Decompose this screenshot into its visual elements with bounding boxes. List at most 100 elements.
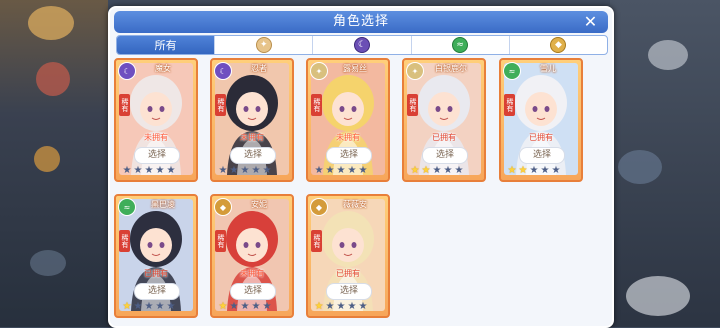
star-rating: ★ ★ ★ ★ ★ [410, 166, 464, 176]
rarity-tag: 稀有 [215, 230, 226, 252]
star-icon: ★ [251, 165, 261, 176]
character-card[interactable]: ☾ 忍者 稀有 未拥有 选择 ★ ★ ★ ★ ★ [210, 58, 294, 182]
star-icon: ★ [155, 301, 165, 312]
star-icon: ★ [507, 165, 517, 176]
rarity-tag: 稀有 [311, 94, 322, 116]
star-icon: ★ [166, 165, 176, 176]
star-icon: ★ [410, 165, 420, 176]
star-icon: ★ [314, 165, 324, 176]
select-button[interactable]: 选择 [134, 283, 180, 300]
rarity-tag: 稀有 [215, 94, 226, 116]
star-icon: ★ [454, 165, 464, 176]
star-icon: ★ [347, 301, 357, 312]
star-rating: ★ ★ ★ ★ ★ [122, 166, 176, 176]
character-name: 雪儿 [540, 64, 556, 73]
star-rating: ★ ★ ★ ★ ★ [314, 166, 368, 176]
tab-wind[interactable]: ≈ [412, 36, 510, 54]
star-icon: ★ [166, 301, 176, 312]
element-filter-tabs: 所有 ✦ ☾ ≈ ◆ [116, 35, 608, 55]
rarity-tag: 稀有 [311, 230, 322, 252]
character-select-modal: 角色选择 ✕ 所有 ✦ ☾ ≈ ◆ ☾ 魔女 稀有 未拥有 选择 ★ ★ ★ ★ ★ ☾ 忍者 稀有 未拥… [108, 6, 614, 328]
rarity-tag: 稀有 [119, 94, 130, 116]
close-button[interactable]: ✕ [582, 13, 600, 31]
hud-icon-right-3 [626, 276, 690, 316]
ownership-status: 未拥有 [336, 133, 360, 142]
character-name: 魔女 [155, 64, 171, 73]
character-card[interactable]: ≈ 黑巴凌 稀有 已拥有 选择 ★ ★ ★ ★ ★ [114, 194, 198, 318]
light-element-icon: ✦ [255, 37, 272, 53]
star-icon: ★ [336, 301, 346, 312]
star-icon: ★ [240, 165, 250, 176]
star-icon: ★ [144, 301, 154, 312]
hud-icon-right [648, 40, 688, 70]
rarity-tag: 稀有 [119, 230, 130, 252]
star-icon: ★ [347, 165, 357, 176]
star-icon: ★ [325, 165, 335, 176]
hud-character-left [36, 62, 70, 96]
select-button[interactable]: 选择 [519, 147, 565, 164]
star-icon: ★ [540, 165, 550, 176]
star-icon: ★ [314, 301, 324, 312]
ownership-status: 未拥有 [144, 133, 168, 142]
star-icon: ★ [336, 165, 346, 176]
ownership-status: 已拥有 [529, 133, 553, 142]
star-icon: ★ [133, 301, 143, 312]
hud-avatar-left [28, 6, 74, 40]
star-icon: ★ [262, 165, 272, 176]
star-rating: ★ ★ ★ ★ ★ [122, 302, 176, 312]
rarity-tag: 稀有 [407, 94, 418, 116]
character-name: 薇薇安 [343, 200, 367, 209]
star-icon: ★ [122, 301, 132, 312]
ownership-status: 已拥有 [432, 133, 456, 142]
star-icon: ★ [432, 165, 442, 176]
star-icon: ★ [218, 301, 228, 312]
star-icon: ★ [229, 165, 239, 176]
character-card[interactable]: ◆ 安妮 稀有 未拥有 选择 ★ ★ ★ ★ ★ [210, 194, 294, 318]
star-rating: ★ ★ ★ ★ ★ [314, 302, 368, 312]
hud-icon-right-2 [618, 150, 662, 184]
star-icon: ★ [358, 301, 368, 312]
star-rating: ★ ★ ★ ★ ★ [507, 166, 561, 176]
tab-dark[interactable]: ☾ [313, 36, 412, 54]
ownership-status: 未拥有 [240, 269, 264, 278]
character-name: 忍者 [251, 64, 267, 73]
character-card[interactable]: ✦ 露易丝 稀有 未拥有 选择 ★ ★ ★ ★ ★ [306, 58, 390, 182]
hud-icon-left [34, 146, 60, 172]
tab-light[interactable]: ✦ [215, 36, 314, 54]
character-name: 露易丝 [343, 64, 367, 73]
select-button[interactable]: 选择 [326, 283, 372, 300]
character-name: 白银鹿尔 [435, 64, 467, 73]
star-icon: ★ [325, 301, 335, 312]
star-icon: ★ [122, 165, 132, 176]
select-button[interactable]: 选择 [230, 147, 276, 164]
star-icon: ★ [529, 165, 539, 176]
modal-header: 角色选择 ✕ [114, 11, 608, 33]
ownership-status: 已拥有 [336, 269, 360, 278]
star-icon: ★ [262, 301, 272, 312]
select-button[interactable]: 选择 [230, 283, 276, 300]
character-card[interactable]: ☾ 魔女 稀有 未拥有 选择 ★ ★ ★ ★ ★ [114, 58, 198, 182]
tab-all-label: 所有 [154, 39, 177, 52]
rarity-tag: 稀有 [504, 94, 515, 116]
star-rating: ★ ★ ★ ★ ★ [218, 302, 272, 312]
star-icon: ★ [421, 165, 431, 176]
character-card[interactable]: ≈ 雪儿 稀有 已拥有 选择 ★ ★ ★ ★ ★ [499, 58, 583, 182]
tab-earth[interactable]: ◆ [510, 36, 607, 54]
star-icon: ★ [518, 165, 528, 176]
dark-element-icon: ☾ [354, 37, 370, 53]
character-name: 安妮 [251, 200, 267, 209]
star-icon: ★ [251, 301, 261, 312]
select-button[interactable]: 选择 [134, 147, 180, 164]
star-rating: ★ ★ ★ ★ ★ [218, 166, 272, 176]
star-icon: ★ [551, 165, 561, 176]
tab-all[interactable]: 所有 [117, 36, 216, 54]
character-card[interactable]: ◆ 薇薇安 稀有 已拥有 选择 ★ ★ ★ ★ ★ [306, 194, 390, 318]
character-card[interactable]: ✦ 白银鹿尔 稀有 已拥有 选择 ★ ★ ★ ★ ★ [402, 58, 486, 182]
star-icon: ★ [218, 165, 228, 176]
earth-element-icon: ◆ [550, 37, 567, 53]
select-button[interactable]: 选择 [422, 147, 468, 164]
star-icon: ★ [443, 165, 453, 176]
select-button[interactable]: 选择 [326, 147, 372, 164]
star-icon: ★ [358, 165, 368, 176]
ownership-status: 已拥有 [144, 269, 168, 278]
